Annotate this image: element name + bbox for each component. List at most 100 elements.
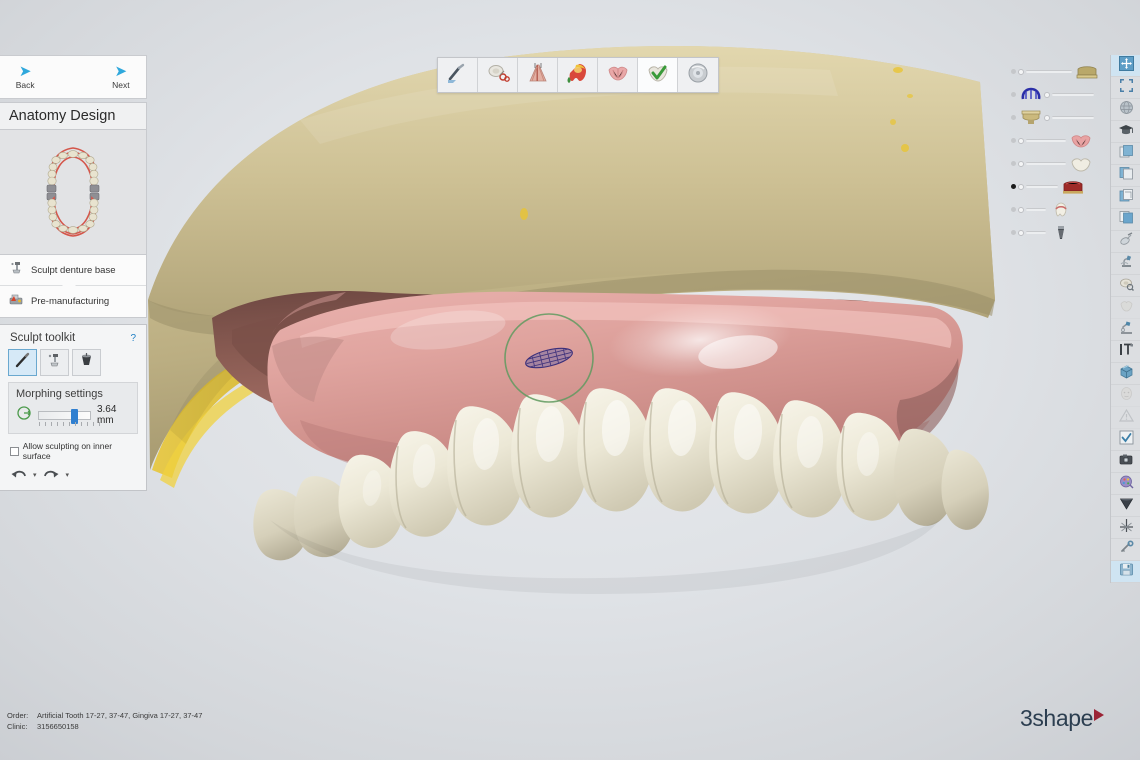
spoon-icon <box>1119 231 1134 252</box>
articulator-tool[interactable] <box>518 58 558 92</box>
left-view-button[interactable] <box>1111 187 1140 209</box>
gingiva-icon <box>606 61 630 90</box>
text-tool-icon <box>1119 342 1134 362</box>
back-view-button[interactable] <box>1111 165 1140 187</box>
save-preset-button[interactable] <box>1111 561 1140 583</box>
manufacture-tool[interactable] <box>678 58 718 92</box>
dental-arch-diagram[interactable] <box>0 130 147 255</box>
denture-base-red-icon[interactable] <box>1060 177 1086 196</box>
teeth-white-icon[interactable] <box>1068 154 1094 173</box>
articulator-blue-icon[interactable] <box>1018 85 1044 104</box>
3d-denture-viewport[interactable] <box>0 0 1140 760</box>
microscope-tool-button[interactable] <box>1111 253 1140 275</box>
view-right-icon <box>1119 210 1134 230</box>
menu-item-pre-manufacturing[interactable]: Pre-manufacturing <box>0 286 146 317</box>
front-view-button[interactable] <box>1111 143 1140 165</box>
anatomy-check-icon <box>646 61 670 90</box>
slider-knob[interactable] <box>1044 91 1050 98</box>
slider-knob[interactable] <box>1018 183 1024 190</box>
single-tooth-icon[interactable] <box>1048 200 1074 219</box>
slider-track[interactable] <box>1026 70 1072 73</box>
slider-knob[interactable] <box>1018 229 1024 236</box>
color-palette-icon <box>1119 474 1134 494</box>
scan-import-button[interactable] <box>1111 319 1140 341</box>
slider-track[interactable] <box>1026 139 1066 142</box>
application-window: ➤ Back ➤ Next Anatomy Design Sculpt dent… <box>0 0 1140 760</box>
magnify-model-button[interactable] <box>1111 275 1140 297</box>
smooth-tool[interactable] <box>40 349 69 376</box>
back-label: Back <box>15 80 35 90</box>
right-view-button[interactable] <box>1111 209 1140 231</box>
anatomy-design-tool[interactable] <box>638 58 678 92</box>
sculpt-tool-icon <box>9 260 24 280</box>
articulator-icon <box>526 61 550 90</box>
cone-view-button[interactable] <box>1111 495 1140 517</box>
fit-to-screen-button[interactable] <box>1111 77 1140 99</box>
slider-dot[interactable] <box>1009 92 1018 97</box>
training-mode-button[interactable] <box>1111 121 1140 143</box>
warnings-button[interactable] <box>1111 407 1140 429</box>
spoon-tool-button[interactable] <box>1111 231 1140 253</box>
magnify-model-icon <box>1119 276 1134 296</box>
move-view-button[interactable] <box>1111 55 1140 77</box>
triangle-play-icon <box>1094 709 1104 721</box>
morphing-slider[interactable] <box>38 408 101 426</box>
slider-track[interactable] <box>1026 185 1058 188</box>
implant-screw-icon[interactable] <box>1048 223 1074 242</box>
slider-knob[interactable] <box>1018 206 1024 213</box>
undo-button[interactable] <box>10 468 27 482</box>
view-left-icon <box>1119 188 1134 208</box>
inner-surface-checkbox-row[interactable]: Allow sculpting on inner surface <box>8 441 138 461</box>
slider-dot[interactable] <box>1009 207 1018 212</box>
model-builder-tool[interactable] <box>478 58 518 92</box>
face-scan-icon <box>1119 386 1134 406</box>
slider-track[interactable] <box>1052 93 1094 96</box>
scan-tool[interactable] <box>438 58 478 92</box>
globe-view-button[interactable] <box>1111 99 1140 121</box>
order-key: Order: <box>7 711 29 720</box>
order-value: Artificial Tooth 17-27, 37-47, Gingiva 1… <box>37 711 203 720</box>
slider-dot[interactable] <box>1009 69 1018 74</box>
slider-track[interactable] <box>1026 231 1046 234</box>
axis-tool-button[interactable] <box>1111 517 1140 539</box>
slider-knob[interactable] <box>1018 68 1024 75</box>
slider-dot[interactable] <box>1009 115 1018 120</box>
print-box-button[interactable] <box>1111 363 1140 385</box>
slider-dot[interactable] <box>1009 138 1018 143</box>
morphing-slider-row: 3.64 mm <box>16 404 130 426</box>
gingiva-tool[interactable] <box>598 58 638 92</box>
slider-ticks <box>39 421 101 426</box>
approve-step-button[interactable] <box>1111 429 1140 451</box>
morphing-value: 3.64 mm <box>96 404 117 426</box>
slider-dot[interactable] <box>1009 184 1018 189</box>
slider-track[interactable] <box>1026 162 1066 165</box>
slider-knob[interactable] <box>1018 160 1024 167</box>
next-button[interactable]: ➤ Next <box>96 56 146 98</box>
redo-button[interactable] <box>43 468 60 482</box>
slider-track[interactable] <box>1026 208 1046 211</box>
help-link[interactable]: ? <box>130 333 136 344</box>
back-button[interactable]: ➤ Back <box>0 56 50 98</box>
add-material-tool[interactable] <box>72 349 101 376</box>
slider-track[interactable] <box>1052 116 1094 119</box>
redo-dropdown-caret[interactable]: ▾ <box>63 471 73 479</box>
slider-knob[interactable] <box>1018 137 1024 144</box>
menu-item-sculpt-denture-base[interactable]: Sculpt denture base <box>0 255 146 286</box>
screenshot-button[interactable] <box>1111 451 1140 473</box>
lower-model-icon[interactable] <box>1018 108 1044 127</box>
slider-dot[interactable] <box>1009 161 1018 166</box>
upper-model-icon[interactable] <box>1074 62 1100 81</box>
slider-dot[interactable] <box>1009 230 1018 235</box>
color-picker-button[interactable] <box>1111 473 1140 495</box>
face-scan-button[interactable] <box>1111 385 1140 407</box>
occlusion-map-button[interactable] <box>1111 297 1140 319</box>
morphing-title: Morphing settings <box>16 388 103 400</box>
tooth-library-tool[interactable] <box>558 58 598 92</box>
morph-brush-tool[interactable] <box>8 349 37 376</box>
measure-tool-button[interactable] <box>1111 539 1140 561</box>
inner-surface-checkbox[interactable] <box>10 446 19 456</box>
gingiva-pink-icon[interactable] <box>1068 131 1094 150</box>
slider-knob[interactable] <box>1044 114 1050 121</box>
text-label-tool-button[interactable] <box>1111 341 1140 363</box>
undo-dropdown-caret[interactable]: ▾ <box>30 471 40 479</box>
